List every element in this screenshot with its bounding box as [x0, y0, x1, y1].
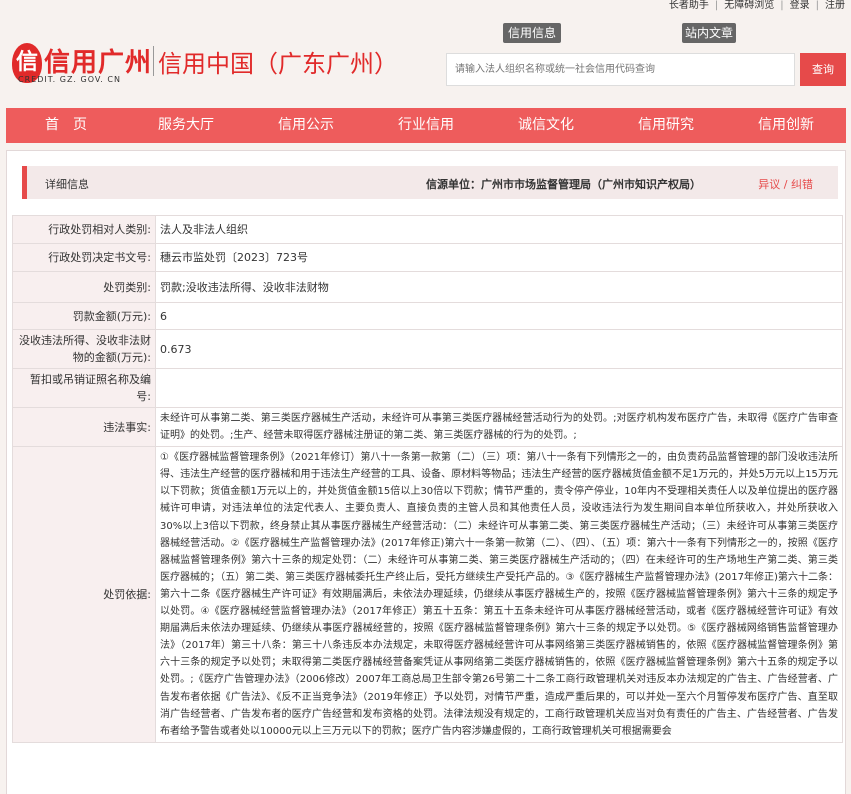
row-value: 0.673	[155, 329, 843, 369]
row-value: 罚款;没收违法所得、没收非法财物	[155, 271, 843, 303]
nav-service-hall[interactable]: 服务大厅	[126, 108, 246, 143]
main-nav: 首 页 服务大厅 信用公示 行业信用 诚信文化 信用研究 信用创新	[6, 108, 846, 143]
nav-industry-credit[interactable]: 行业信用	[366, 108, 486, 143]
detail-title: 详细信息	[45, 178, 89, 191]
logo-domain: CREDIT. GZ. GOV. CN	[18, 75, 121, 84]
register-link[interactable]: 注册	[819, 0, 851, 14]
accessibility-link[interactable]: 无障碍浏览	[718, 0, 780, 14]
table-row: 违法事实: 未经许可从事第二类、第三类医疗器械生产活动，未经许可从事第三类医疗器…	[12, 406, 843, 448]
table-row: 行政处罚相对人类别: 法人及非法人组织	[12, 215, 843, 244]
nav-home[interactable]: 首 页	[6, 108, 126, 143]
search-button[interactable]: 查询	[800, 53, 846, 86]
row-value	[155, 368, 843, 408]
row-value: ①《医疗器械监督管理条例》（2021年修订）第八十一条第一款第（二）（三）项：第…	[155, 446, 843, 743]
site-title: 信用中国（广东广州）	[158, 50, 398, 78]
row-label: 处罚依据:	[12, 446, 156, 743]
logo-divider	[153, 46, 154, 76]
table-row: 处罚依据: ①《医疗器械监督管理条例》（2021年修订）第八十一条第一款第（二）…	[12, 446, 843, 743]
detail-header-bar: 详细信息 信源单位：广州市市场监督管理局（广州市知识产权局） 异议 / 纠错	[22, 166, 838, 199]
elder-assistant-link[interactable]: 长者助手	[663, 0, 715, 14]
table-row: 没收违法所得、没收非法财物的金额(万元): 0.673	[12, 329, 843, 369]
table-row: 处罚类别: 罚款;没收违法所得、没收非法财物	[12, 271, 843, 303]
row-label: 罚款金额(万元):	[12, 302, 156, 330]
row-label: 暂扣或吊销证照名称及编号:	[12, 368, 156, 408]
row-label: 违法事实:	[12, 406, 156, 448]
row-value: 穗云市监处罚〔2023〕723号	[155, 243, 843, 272]
login-link[interactable]: 登录	[784, 0, 816, 14]
tab-credit-info[interactable]: 信用信息	[503, 23, 561, 43]
row-value: 法人及非法人组织	[155, 215, 843, 244]
nav-credit-research[interactable]: 信用研究	[606, 108, 726, 143]
row-label: 行政处罚决定书文号:	[12, 243, 156, 272]
row-value: 6	[155, 302, 843, 330]
source-unit: 信源单位：广州市市场监督管理局（广州市知识产权局）	[426, 178, 701, 191]
row-label: 处罚类别:	[12, 271, 156, 303]
table-row: 暂扣或吊销证照名称及编号:	[12, 368, 843, 408]
nav-credit-publicity[interactable]: 信用公示	[246, 108, 366, 143]
search-input[interactable]	[446, 53, 795, 86]
objection-link[interactable]: 异议 / 纠错	[758, 176, 813, 192]
penalty-detail-table: 行政处罚相对人类别: 法人及非法人组织 行政处罚决定书文号: 穗云市监处罚〔20…	[12, 215, 843, 743]
logo-name[interactable]: 信用广州	[44, 42, 152, 79]
row-value: 未经许可从事第二类、第三类医疗器械生产活动，未经许可从事第三类医疗器械经营活动行…	[155, 406, 843, 448]
tab-site-articles[interactable]: 站内文章	[682, 23, 736, 43]
row-label: 行政处罚相对人类别:	[12, 215, 156, 244]
table-row: 行政处罚决定书文号: 穗云市监处罚〔2023〕723号	[12, 243, 843, 272]
row-label: 没收违法所得、没收非法财物的金额(万元):	[12, 329, 156, 369]
nav-credit-innovation[interactable]: 信用创新	[726, 108, 846, 143]
table-row: 罚款金额(万元): 6	[12, 302, 843, 330]
utility-bar: 长者助手 | 无障碍浏览 | 登录 | 注册	[663, 0, 851, 14]
nav-integrity-culture[interactable]: 诚信文化	[486, 108, 606, 143]
